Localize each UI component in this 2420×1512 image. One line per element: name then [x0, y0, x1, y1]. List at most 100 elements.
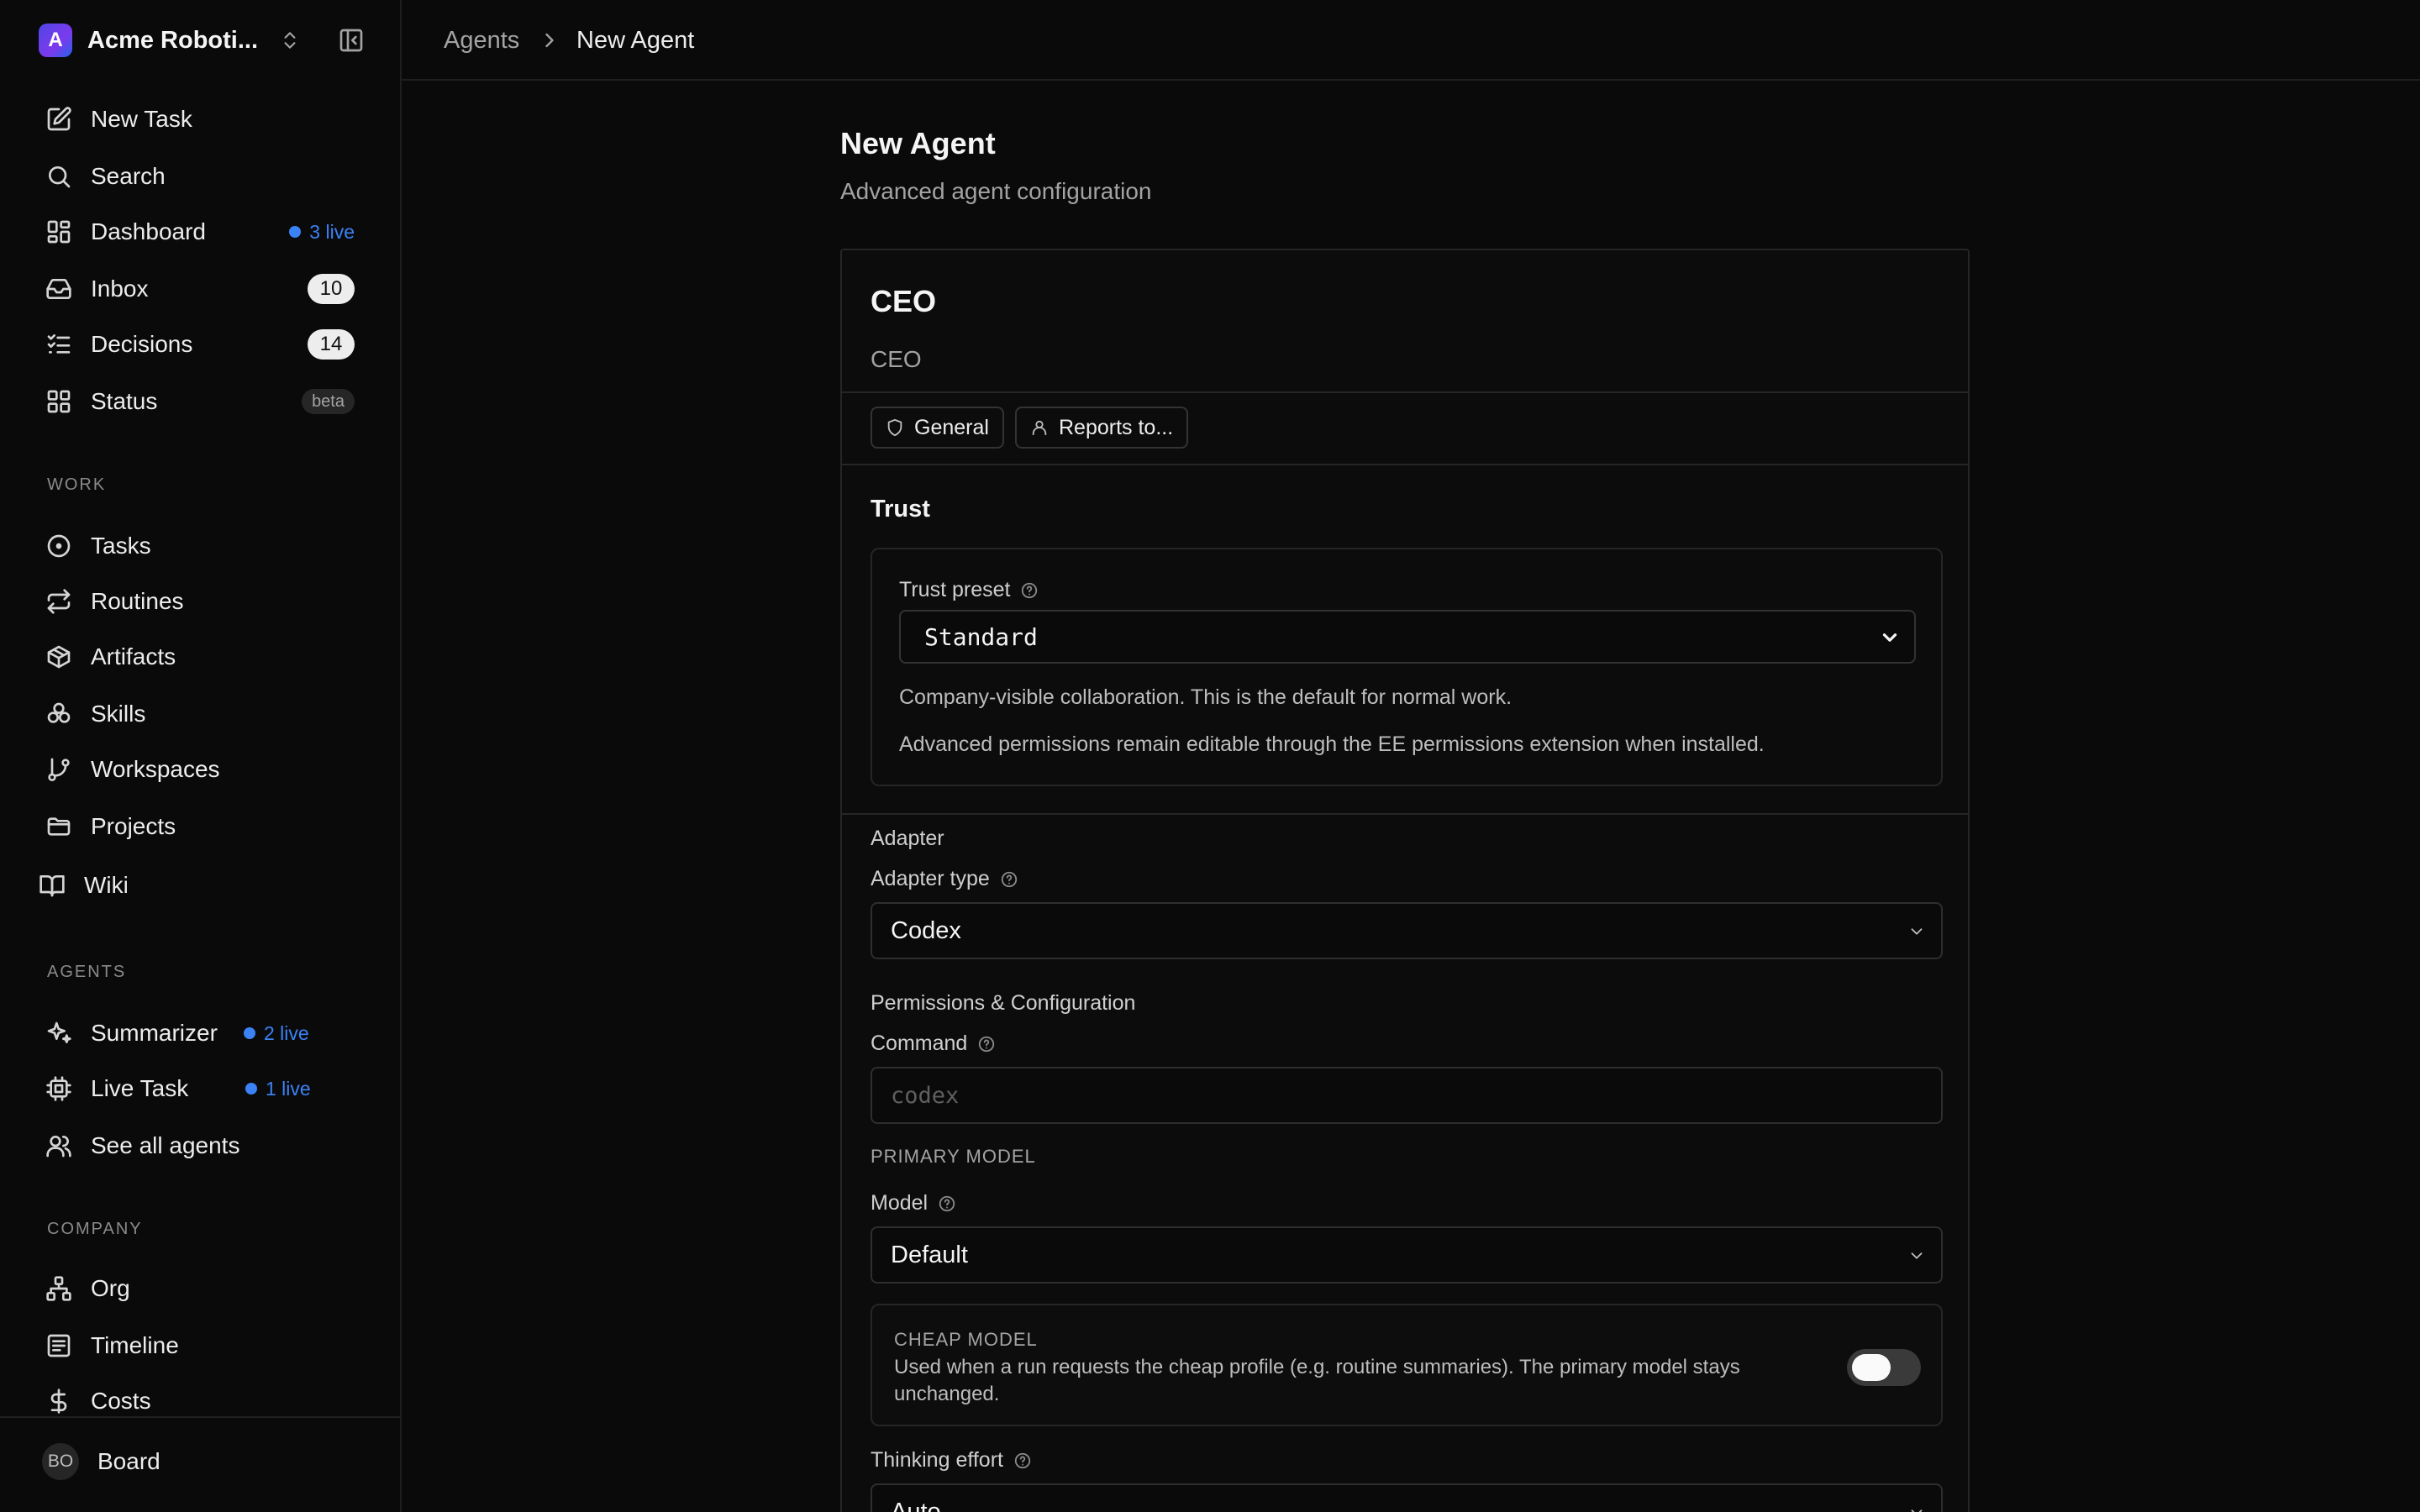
- agent-name[interactable]: CEO: [871, 284, 936, 319]
- chevron-down-icon: [1907, 1247, 1926, 1265]
- cheap-model-description: Used when a run requests the cheap profi…: [894, 1356, 1740, 1405]
- dollar-icon: [45, 1388, 72, 1415]
- users-icon: [45, 1132, 72, 1159]
- nav-decisions[interactable]: Decisions 14: [45, 326, 365, 363]
- chevron-down-icon: [1907, 1504, 1926, 1512]
- section-label-company: COMPANY: [47, 1220, 143, 1238]
- divider: [842, 813, 1968, 815]
- nav-label: Live Task: [91, 1075, 189, 1101]
- nav-label: Wiki: [84, 872, 129, 898]
- live-indicator: 1 live: [245, 1078, 311, 1100]
- unread-count-badge: 10: [308, 274, 355, 304]
- trust-panel: Trust preset Standard Company-visible co…: [871, 548, 1943, 786]
- git-branch-icon: [45, 756, 72, 783]
- model-label: Model: [871, 1191, 956, 1215]
- company-logo: A: [39, 24, 72, 57]
- general-chip[interactable]: General: [871, 407, 1004, 449]
- breadcrumb-current: New Agent: [576, 27, 695, 54]
- nav-skills[interactable]: Skills: [45, 696, 365, 732]
- nav-label: Skills: [91, 701, 146, 727]
- nav-inbox[interactable]: Inbox 10: [45, 270, 365, 307]
- permissions-config-title: Permissions & Configuration: [871, 991, 1136, 1015]
- chip-label: Reports to...: [1059, 415, 1174, 439]
- thinking-effort-select[interactable]: Auto: [871, 1483, 1943, 1512]
- nav-workspaces[interactable]: Workspaces: [45, 751, 365, 788]
- nav-costs[interactable]: Costs: [45, 1383, 365, 1420]
- help-icon[interactable]: [938, 1194, 956, 1213]
- chevron-down-icon: [1907, 922, 1926, 941]
- cheap-model-heading: CHEAP MODEL: [894, 1329, 1038, 1350]
- sidebar: A Acme Roboti... New Task Search Dashboa…: [0, 0, 402, 1512]
- help-icon[interactable]: [1000, 870, 1018, 889]
- chevron-up-down-icon: [279, 29, 301, 51]
- search-icon: [45, 163, 72, 190]
- nav-routines[interactable]: Routines: [45, 583, 365, 620]
- nav-label: Projects: [91, 813, 176, 839]
- trust-preset-value: Standard: [924, 622, 1038, 651]
- reports-to-chip[interactable]: Reports to...: [1015, 407, 1189, 449]
- command-label: Command: [871, 1032, 996, 1056]
- folder-icon: [45, 813, 72, 840]
- divider: [842, 464, 1968, 465]
- cheap-model-toggle[interactable]: [1847, 1349, 1921, 1386]
- trust-preset-label: Trust preset: [899, 578, 1039, 602]
- nav-search[interactable]: Search: [45, 158, 365, 195]
- agent-config-card: CEO CEO General Reports to... Trust Trus…: [840, 249, 1970, 1512]
- company-name: Acme Roboti...: [87, 26, 259, 54]
- model-label-text: Model: [871, 1191, 929, 1215]
- trust-preset-select[interactable]: Standard: [899, 610, 1916, 664]
- sparkles-icon: [45, 1020, 72, 1047]
- thinking-effort-value: Auto: [891, 1498, 941, 1512]
- adapter-type-value: Codex: [891, 916, 961, 944]
- nav-timeline[interactable]: Timeline: [45, 1327, 365, 1364]
- nav-label: Costs: [91, 1388, 151, 1414]
- nav-agent-live-task[interactable]: Live Task 1 live: [45, 1070, 365, 1107]
- agent-title[interactable]: CEO: [871, 346, 922, 373]
- nav-org[interactable]: Org: [45, 1270, 365, 1307]
- nav-label: Inbox: [91, 276, 149, 302]
- nav-label: Summarizer: [91, 1020, 218, 1046]
- trust-hint-1: Company-visible collaboration. This is t…: [899, 685, 1512, 709]
- timeline-icon: [45, 1332, 72, 1359]
- user-icon: [1030, 418, 1049, 437]
- nav-status[interactable]: Status beta: [45, 383, 365, 420]
- nav-projects[interactable]: Projects: [45, 808, 365, 845]
- divider: [842, 391, 1968, 393]
- help-icon[interactable]: [1013, 1452, 1032, 1470]
- nav-wiki[interactable]: Wiki: [39, 867, 358, 904]
- thinking-effort-label-text: Thinking effort: [871, 1448, 1003, 1472]
- adapter-type-label-text: Adapter type: [871, 867, 990, 890]
- cpu-icon: [45, 1075, 72, 1102]
- user-footer[interactable]: BO Board: [0, 1416, 400, 1512]
- nav-label: Org: [91, 1275, 130, 1301]
- org-chart-icon: [45, 1275, 72, 1302]
- thinking-effort-label: Thinking effort: [871, 1448, 1032, 1473]
- nav-agent-summarizer[interactable]: Summarizer 2 live: [45, 1015, 365, 1052]
- checklist-icon: [45, 331, 72, 358]
- adapter-type-select[interactable]: Codex: [871, 902, 1943, 959]
- live-indicator: 3 live: [289, 221, 355, 244]
- collapse-sidebar-icon[interactable]: [338, 27, 365, 54]
- nav-artifacts[interactable]: Artifacts: [45, 638, 365, 675]
- nav-label: Decisions: [91, 331, 193, 357]
- nav-see-all-agents[interactable]: See all agents: [45, 1127, 365, 1164]
- nav-new-task[interactable]: New Task: [45, 101, 365, 138]
- nav-label: Artifacts: [91, 643, 176, 669]
- adapter-type-label: Adapter type: [871, 867, 1018, 891]
- circle-dot-icon: [45, 533, 72, 559]
- help-icon[interactable]: [977, 1035, 996, 1053]
- command-input[interactable]: codex: [871, 1067, 1943, 1124]
- nav-dashboard[interactable]: Dashboard 3 live: [45, 213, 365, 250]
- model-select[interactable]: Default: [871, 1226, 1943, 1284]
- company-switcher[interactable]: A Acme Roboti...: [39, 22, 375, 59]
- live-dot-icon: [289, 226, 302, 238]
- inbox-icon: [45, 276, 72, 302]
- breadcrumb-agents-link[interactable]: Agents: [444, 27, 519, 55]
- section-label-work: WORK: [47, 475, 107, 494]
- live-dot-icon: [244, 1027, 255, 1039]
- help-icon[interactable]: [1020, 581, 1039, 600]
- chevron-down-icon: [1879, 627, 1901, 648]
- grid-icon: [45, 388, 72, 415]
- command-label-text: Command: [871, 1032, 968, 1055]
- nav-tasks[interactable]: Tasks: [45, 528, 365, 564]
